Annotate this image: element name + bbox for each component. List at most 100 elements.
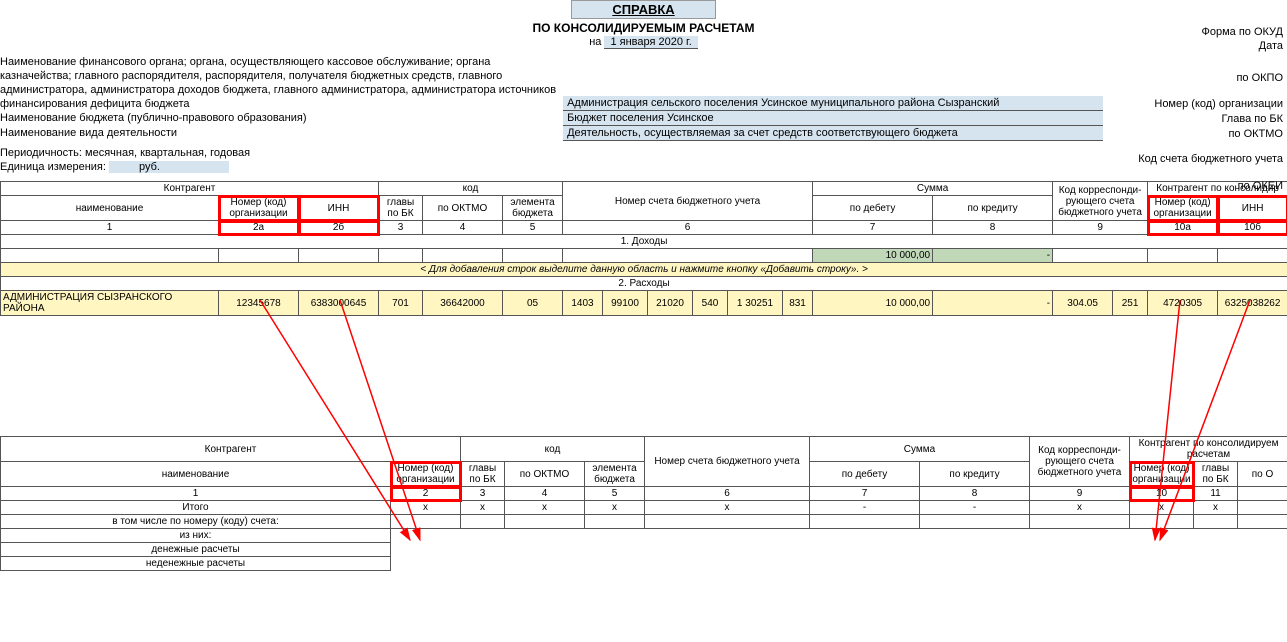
- exp-a6: 831: [783, 291, 813, 316]
- income-debit: 10 000,00: [813, 249, 933, 263]
- h2-oktmo: по ОКТМО: [505, 462, 585, 487]
- label-okud: Форма по ОКУД: [1202, 26, 1284, 38]
- exp-k2: 251: [1113, 291, 1148, 316]
- n6: 6: [563, 221, 813, 235]
- m7: 7: [810, 487, 920, 501]
- n8: 8: [933, 221, 1053, 235]
- exp-a2: 99100: [603, 291, 648, 316]
- summary-table: Контрагент код Номер счета бюджетного уч…: [0, 436, 1287, 571]
- x4: x: [585, 501, 645, 515]
- exp-elem: 05: [503, 291, 563, 316]
- h2-c-glavbk: главы по БК: [1194, 462, 1238, 487]
- income-credit: -: [933, 249, 1053, 263]
- label-acct: Код счета бюджетного учета: [1138, 153, 1283, 165]
- exp-orgnum: 12345678: [219, 291, 299, 316]
- h-contr: Контрагент: [1, 182, 379, 196]
- x7: x: [1130, 501, 1194, 515]
- h-credit: по кредиту: [933, 196, 1053, 221]
- n4: 4: [423, 221, 503, 235]
- h-c-orgnum: Номер (код) организации: [1148, 196, 1218, 221]
- exp-debit: 10 000,00: [813, 291, 933, 316]
- n2a: 2а: [219, 221, 299, 235]
- exp-a3: 21020: [648, 291, 693, 316]
- m8: 8: [920, 487, 1030, 501]
- n1: 1: [1, 221, 219, 235]
- h-korr: Код корреспонди-рующего счета бюджетного…: [1053, 182, 1148, 221]
- h2-c-orgnum: Номер (код) организации: [1130, 462, 1194, 487]
- m5: 5: [585, 487, 645, 501]
- exp-inn: 6383000645: [299, 291, 379, 316]
- h2-elem: элемента бюджета: [585, 462, 645, 487]
- doc-subtitle: ПО КОНСОЛИДИРУЕМЫМ РАСЧЕТАМ: [0, 21, 1287, 35]
- unit-label: Единица измерения:: [0, 161, 106, 173]
- exp-oktmo: 36642000: [423, 291, 503, 316]
- x1: x: [391, 501, 461, 515]
- exp-credit: -: [933, 291, 1053, 316]
- activity-label: Наименование вида деятельности: [0, 126, 560, 140]
- h2-name: наименование: [1, 462, 391, 487]
- exp-k1: 304.05: [1053, 291, 1113, 316]
- add-row-hint[interactable]: < Для добавления строк выделите данную о…: [1, 263, 1287, 277]
- date-prefix: на: [589, 36, 601, 48]
- n3: 3: [379, 221, 423, 235]
- exp-a5: 1 30251: [728, 291, 783, 316]
- main-table: Контрагент код Номер счета бюджетного уч…: [0, 181, 1287, 316]
- h-code: код: [379, 182, 563, 196]
- h2-credit: по кредиту: [920, 462, 1030, 487]
- d1: -: [810, 501, 920, 515]
- x3: x: [505, 501, 585, 515]
- tot-l5: неденежные расчеты: [1, 557, 391, 571]
- h2-glavbk: главы по БК: [461, 462, 505, 487]
- date-value: 1 января 2020 г.: [604, 36, 697, 49]
- label-orgnum: Номер (код) организации: [1154, 98, 1283, 110]
- n7: 7: [813, 221, 933, 235]
- label-okei: по ОКЕИ: [1238, 180, 1283, 192]
- sec-exp: 2. Расходы: [1, 277, 1287, 291]
- h-orgnum: Номер (код) организации: [219, 196, 299, 221]
- exp-a4: 540: [693, 291, 728, 316]
- h-name: наименование: [1, 196, 219, 221]
- n5: 5: [503, 221, 563, 235]
- tot-itogo: Итого: [1, 501, 391, 515]
- h-c-inn: ИНН: [1218, 196, 1287, 221]
- h-oktmo: по ОКТМО: [423, 196, 503, 221]
- label-okpo: по ОКПО: [1236, 72, 1283, 84]
- h2-c-poO: по О: [1238, 462, 1287, 487]
- unit-value: руб.: [109, 161, 229, 173]
- h2-sum: Сумма: [810, 437, 1030, 462]
- org-value: Администрация сельского поселения Усинск…: [563, 96, 1103, 111]
- x5: x: [645, 501, 810, 515]
- h-inn: ИНН: [299, 196, 379, 221]
- x6: x: [1030, 501, 1130, 515]
- h2-acct: Номер счета бюджетного учета: [645, 437, 810, 487]
- label-glavbk: Глава по БК: [1221, 113, 1283, 125]
- m4: 4: [505, 487, 585, 501]
- m6: 6: [645, 487, 810, 501]
- exp-c-inn: 6325038262: [1218, 291, 1287, 316]
- h2-debit: по дебету: [810, 462, 920, 487]
- m11: 11: [1194, 487, 1238, 501]
- h-debit: по дебету: [813, 196, 933, 221]
- m10: 10: [1130, 487, 1194, 501]
- m2: 2: [391, 487, 461, 501]
- sec-income: 1. Доходы: [1, 235, 1287, 249]
- n2b: 2б: [299, 221, 379, 235]
- x8: x: [1194, 501, 1238, 515]
- exp-c-orgnum: 4720305: [1148, 291, 1218, 316]
- tot-l4: денежные расчеты: [1, 543, 391, 557]
- activity-value: Деятельность, осуществляемая за счет сре…: [563, 126, 1103, 141]
- h-elem: элемента бюджета: [503, 196, 563, 221]
- tot-l2: в том числе по номеру (коду) счета:: [1, 515, 391, 529]
- doc-title: СПРАВКА: [571, 0, 715, 19]
- n10b: 10б: [1218, 221, 1287, 235]
- label-data: Дата: [1259, 40, 1283, 52]
- label-oktmo: по ОКТМО: [1228, 128, 1283, 140]
- org-label: Наименование финансового органа; органа,…: [0, 55, 560, 111]
- m9: 9: [1030, 487, 1130, 501]
- n10a: 10а: [1148, 221, 1218, 235]
- h2-contr2: Контрагент по консолидируем расчетам: [1130, 437, 1287, 462]
- h2-korr: Код корреспонди-рующего счета бюджетного…: [1030, 437, 1130, 487]
- h-glavbk: главы по БК: [379, 196, 423, 221]
- h2-contr: Контрагент: [1, 437, 461, 462]
- h2-code: код: [461, 437, 645, 462]
